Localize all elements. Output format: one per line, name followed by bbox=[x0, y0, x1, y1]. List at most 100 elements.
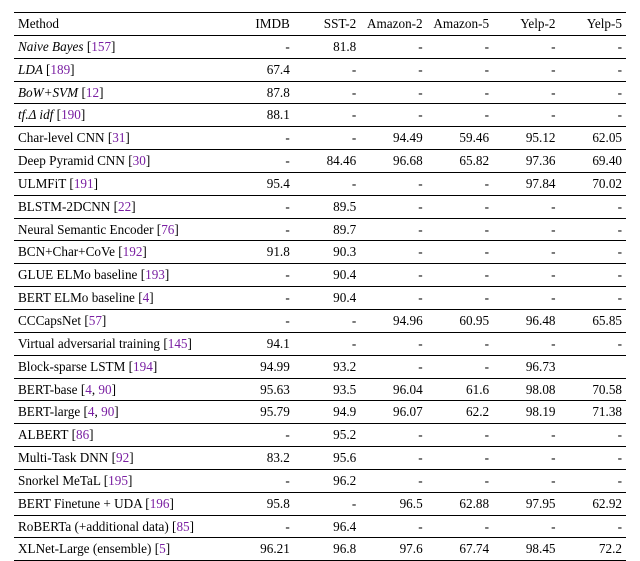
value-cell: 67.74 bbox=[427, 538, 493, 561]
citation-link[interactable]: 4 bbox=[88, 404, 95, 419]
citation-link[interactable]: 85 bbox=[176, 519, 189, 534]
value-cell: - bbox=[360, 424, 426, 447]
value-cell: - bbox=[227, 515, 293, 538]
value-cell: - bbox=[427, 469, 493, 492]
value-cell: - bbox=[427, 172, 493, 195]
value-cell: 65.85 bbox=[560, 309, 627, 332]
citation-link[interactable]: 90 bbox=[98, 382, 111, 397]
method-cell: BoW+SVM [12] bbox=[14, 81, 227, 104]
value-cell: - bbox=[360, 218, 426, 241]
bracket-close: ] bbox=[81, 107, 85, 122]
method-cell: ULMFiT [191] bbox=[14, 172, 227, 195]
value-cell: 94.1 bbox=[227, 332, 293, 355]
method-name: BCN+Char+CoVe bbox=[18, 244, 118, 259]
value-cell: - bbox=[493, 35, 559, 58]
citation-link[interactable]: 194 bbox=[133, 359, 153, 374]
citation-link[interactable]: 31 bbox=[112, 130, 125, 145]
citation-link[interactable]: 22 bbox=[118, 199, 131, 214]
value-cell: 93.5 bbox=[294, 378, 360, 401]
value-cell: 90.4 bbox=[294, 264, 360, 287]
bracket-close: ] bbox=[169, 496, 173, 511]
value-cell: - bbox=[493, 469, 559, 492]
value-cell: - bbox=[560, 447, 627, 470]
value-cell: - bbox=[227, 35, 293, 58]
value-cell: - bbox=[294, 104, 360, 127]
citation-link[interactable]: 92 bbox=[116, 450, 129, 465]
method-name: Neural Semantic Encoder bbox=[18, 222, 157, 237]
value-cell: 59.46 bbox=[427, 127, 493, 150]
value-cell: - bbox=[560, 332, 627, 355]
citation-link[interactable]: 145 bbox=[168, 336, 188, 351]
value-cell: 83.2 bbox=[227, 447, 293, 470]
value-cell: - bbox=[427, 447, 493, 470]
value-cell: 61.6 bbox=[427, 378, 493, 401]
method-name: CCCapsNet bbox=[18, 313, 84, 328]
citation-link[interactable]: 189 bbox=[50, 62, 70, 77]
value-cell: - bbox=[560, 195, 627, 218]
method-cell: RoBERTa (+additional data) [85] bbox=[14, 515, 227, 538]
table-row: ULMFiT [191]95.4---97.8470.02 bbox=[14, 172, 626, 195]
value-cell: - bbox=[227, 195, 293, 218]
citation-link[interactable]: 12 bbox=[86, 85, 99, 100]
table-row: Snorkel MeTaL [195]-96.2---- bbox=[14, 469, 626, 492]
citation-link[interactable]: 86 bbox=[76, 427, 89, 442]
citation-link[interactable]: 90 bbox=[101, 404, 114, 419]
method-cell: BERT-large [4, 90] bbox=[14, 401, 227, 424]
value-cell: - bbox=[294, 172, 360, 195]
value-cell: - bbox=[227, 424, 293, 447]
citation-link[interactable]: 196 bbox=[150, 496, 170, 511]
table-row: Virtual adversarial training [145]94.1--… bbox=[14, 332, 626, 355]
method-name: GLUE ELMo baseline bbox=[18, 267, 141, 282]
value-cell: - bbox=[227, 287, 293, 310]
value-cell: - bbox=[294, 58, 360, 81]
method-name: Naive Bayes bbox=[18, 39, 87, 54]
value-cell: - bbox=[493, 332, 559, 355]
bracket-close: ] bbox=[114, 404, 118, 419]
bracket-close: ] bbox=[125, 130, 129, 145]
bracket-close: ] bbox=[111, 39, 115, 54]
method-name: BERT ELMo baseline bbox=[18, 290, 138, 305]
citation-link[interactable]: 5 bbox=[159, 541, 166, 556]
value-cell: 96.68 bbox=[360, 150, 426, 173]
value-cell: - bbox=[360, 172, 426, 195]
value-cell: - bbox=[427, 241, 493, 264]
value-cell: 96.4 bbox=[294, 515, 360, 538]
method-name: BERT Finetune + UDA bbox=[18, 496, 145, 511]
value-cell: 62.2 bbox=[427, 401, 493, 424]
value-cell: - bbox=[294, 127, 360, 150]
value-cell: 97.36 bbox=[493, 150, 559, 173]
citation-link[interactable]: 193 bbox=[145, 267, 165, 282]
table-row: GLUE ELMo baseline [193]-90.4---- bbox=[14, 264, 626, 287]
value-cell: 93.2 bbox=[294, 355, 360, 378]
value-cell: 94.96 bbox=[360, 309, 426, 332]
col-amazon5: Amazon-5 bbox=[427, 13, 493, 36]
citation-link[interactable]: 157 bbox=[91, 39, 111, 54]
citation-link[interactable]: 57 bbox=[89, 313, 102, 328]
table-row: BERT Finetune + UDA [196]95.8-96.562.889… bbox=[14, 492, 626, 515]
col-imdb: IMDB bbox=[227, 13, 293, 36]
value-cell: - bbox=[493, 81, 559, 104]
citation-link[interactable]: 190 bbox=[61, 107, 81, 122]
bracket-close: ] bbox=[146, 153, 150, 168]
citation-link[interactable]: 30 bbox=[133, 153, 146, 168]
value-cell: 98.08 bbox=[493, 378, 559, 401]
citation-link[interactable]: 76 bbox=[161, 222, 174, 237]
value-cell: - bbox=[493, 58, 559, 81]
value-cell: 94.49 bbox=[360, 127, 426, 150]
method-cell: ALBERT [86] bbox=[14, 424, 227, 447]
value-cell: 98.45 bbox=[493, 538, 559, 561]
citation-link[interactable]: 195 bbox=[108, 473, 128, 488]
citation-link[interactable]: 192 bbox=[123, 244, 143, 259]
bracket-close: ] bbox=[190, 519, 194, 534]
citation-link[interactable]: 191 bbox=[74, 176, 94, 191]
value-cell: - bbox=[493, 515, 559, 538]
citation-link[interactable]: 4 bbox=[85, 382, 92, 397]
value-cell: - bbox=[227, 469, 293, 492]
bracket-close: ] bbox=[165, 267, 169, 282]
value-cell: 81.8 bbox=[294, 35, 360, 58]
value-cell: - bbox=[493, 264, 559, 287]
method-name: BERT-large bbox=[18, 404, 84, 419]
value-cell: - bbox=[560, 241, 627, 264]
table-row: LDA [189]67.4----- bbox=[14, 58, 626, 81]
value-cell: - bbox=[294, 332, 360, 355]
